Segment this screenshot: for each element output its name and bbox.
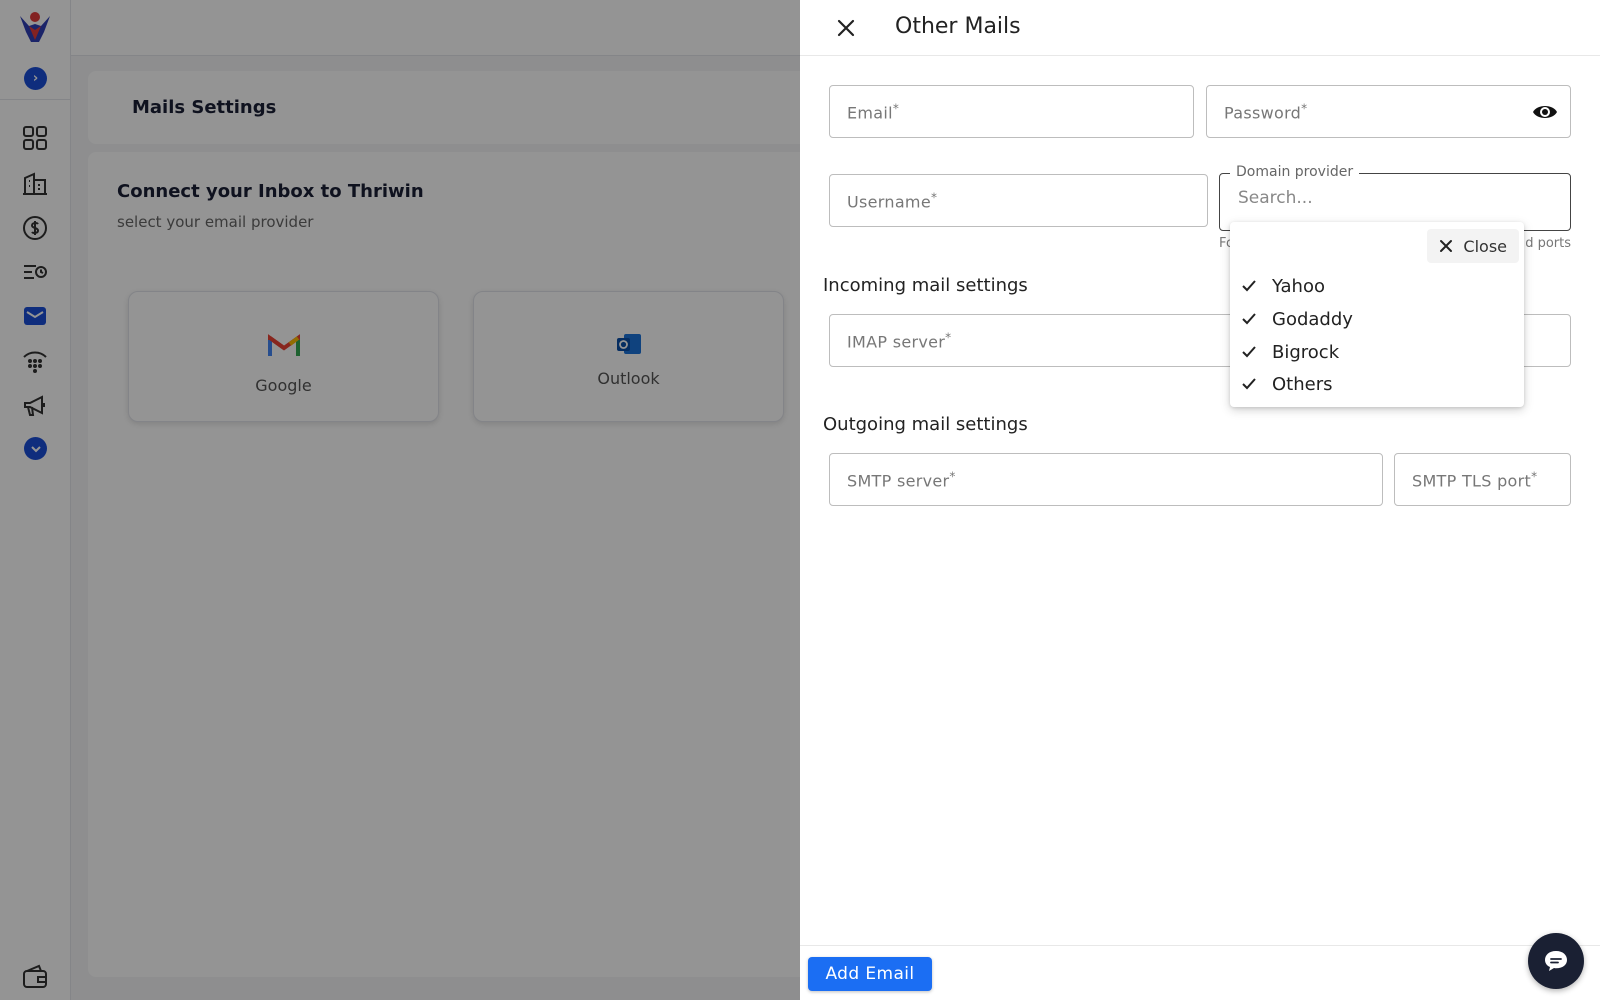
dropdown-close-button[interactable]: Close: [1427, 229, 1519, 263]
check-icon: [1240, 310, 1258, 328]
chat-launcher-button[interactable]: [1528, 933, 1584, 989]
dropdown-option-others[interactable]: Others: [1240, 369, 1333, 399]
smtp-server-label: SMTP server*: [847, 468, 956, 491]
check-icon: [1240, 375, 1258, 393]
password-label: Password*: [1224, 100, 1308, 123]
domain-provider-dropdown: Close Yahoo Godaddy Bigrock Others: [1230, 222, 1524, 407]
option-label: Bigrock: [1272, 341, 1340, 363]
option-label: Yahoo: [1272, 275, 1325, 297]
helper-text-end: d ports: [1525, 236, 1571, 251]
eye-icon[interactable]: [1532, 102, 1558, 122]
option-label: Others: [1272, 373, 1333, 395]
add-email-button[interactable]: Add Email: [808, 957, 932, 991]
dropdown-option-bigrock[interactable]: Bigrock: [1240, 337, 1339, 367]
option-label: Godaddy: [1272, 308, 1353, 330]
smtp-server-field[interactable]: SMTP server*: [829, 453, 1383, 506]
domain-search-input[interactable]: [1238, 188, 1538, 208]
check-icon: [1240, 343, 1258, 361]
close-icon: [1440, 240, 1453, 252]
outgoing-settings-title: Outgoing mail settings: [823, 414, 1028, 435]
drawer-title: Other Mails: [895, 14, 1021, 39]
smtp-port-label: SMTP TLS port*: [1412, 468, 1538, 491]
username-label: Username*: [847, 189, 938, 212]
dropdown-option-godaddy[interactable]: Godaddy: [1240, 304, 1353, 334]
dropdown-close-label: Close: [1463, 236, 1507, 256]
drawer-footer: Add Email: [800, 945, 1600, 1000]
password-field[interactable]: Password*: [1206, 85, 1571, 138]
drawer-header: Other Mails: [800, 0, 1600, 56]
chat-icon: [1545, 951, 1567, 971]
email-field[interactable]: Email*: [829, 85, 1194, 138]
username-field[interactable]: Username*: [829, 174, 1208, 227]
close-icon[interactable]: [834, 16, 858, 40]
dropdown-option-yahoo[interactable]: Yahoo: [1240, 271, 1325, 301]
email-label: Email*: [847, 100, 900, 123]
domain-provider-legend: Domain provider: [1230, 164, 1360, 180]
smtp-port-field[interactable]: SMTP TLS port*: [1394, 453, 1571, 506]
incoming-settings-title: Incoming mail settings: [823, 275, 1028, 296]
imap-server-label: IMAP server*: [847, 329, 952, 352]
check-icon: [1240, 277, 1258, 295]
modal-backdrop[interactable]: [0, 0, 800, 1000]
other-mails-drawer: Other Mails Email* Password* Username* D…: [800, 0, 1600, 1000]
